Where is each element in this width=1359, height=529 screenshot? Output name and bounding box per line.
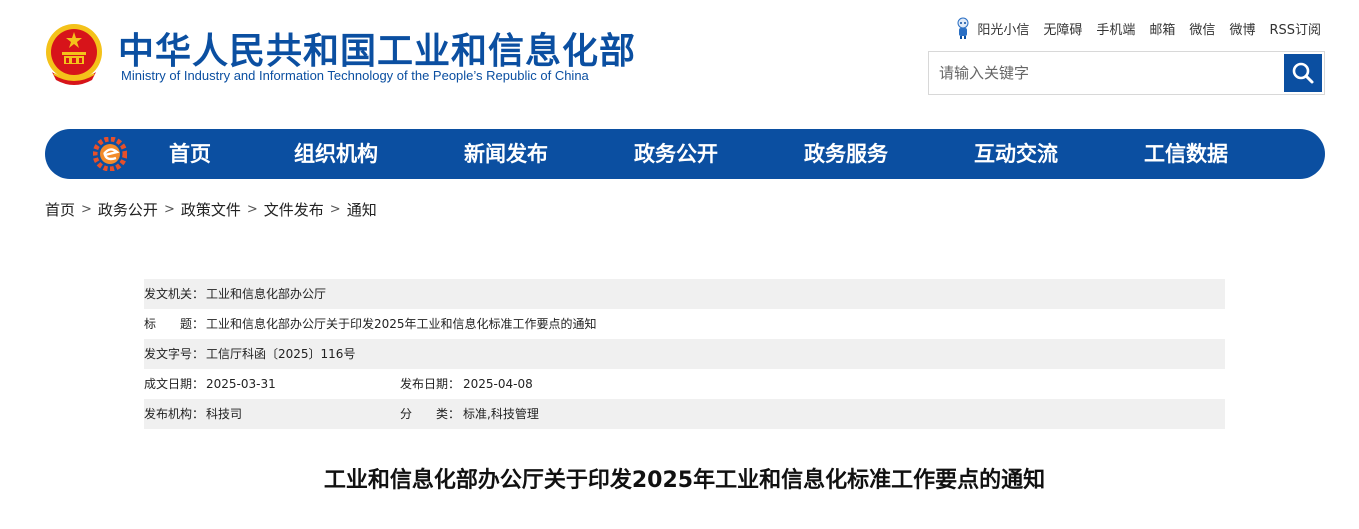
- info-row-dates: 成文日期： 2025-03-31 发布日期： 2025-04-08: [144, 369, 1225, 399]
- breadcrumb-notice[interactable]: 通知: [347, 199, 377, 220]
- written-date-label: 成文日期：: [144, 377, 205, 391]
- title-label: 标 题：: [144, 317, 205, 331]
- toplink-sunshine[interactable]: 阳光小信: [977, 19, 1029, 38]
- info-row-org: 发布机构： 科技司 分 类： 标准,科技管理: [144, 399, 1225, 429]
- category-label: 分 类：: [400, 407, 461, 421]
- breadcrumb: 首页 > 政务公开 > 政策文件 > 文件发布 > 通知: [45, 199, 377, 220]
- toplink-rss[interactable]: RSS订阅: [1269, 19, 1321, 38]
- search-button[interactable]: [1284, 54, 1322, 92]
- breadcrumb-document-release[interactable]: 文件发布: [264, 199, 324, 220]
- nav-government-services[interactable]: 政务服务: [804, 129, 888, 179]
- docno-value: 工信厅科函〔2025〕116号: [206, 347, 356, 361]
- document-info-table: 发文机关： 工业和信息化部办公厅 标 题： 工业和信息化部办公厅关于印发2025…: [144, 279, 1225, 429]
- info-row-issuer: 发文机关： 工业和信息化部办公厅: [144, 279, 1225, 309]
- nav-home[interactable]: 首页: [169, 129, 211, 179]
- toplink-accessibility[interactable]: 无障碍: [1043, 19, 1082, 38]
- search-input[interactable]: [929, 52, 1284, 94]
- info-row-title: 标 题： 工业和信息化部办公厅关于印发2025年工业和信息化标准工作要点的通知: [144, 309, 1225, 339]
- top-links-bar: 阳光小信 无障碍 手机端 邮箱 微信 微博 RSS订阅: [955, 17, 1321, 39]
- nav-data[interactable]: 工信数据: [1144, 129, 1228, 179]
- toplink-mail[interactable]: 邮箱: [1149, 19, 1175, 38]
- org-value: 科技司: [206, 407, 243, 421]
- toplink-wechat[interactable]: 微信: [1189, 19, 1215, 38]
- robot-mascot-icon: [957, 17, 969, 39]
- category-value: 标准,科技管理: [463, 407, 539, 421]
- breadcrumb-separator: >: [81, 202, 92, 217]
- search-box: [928, 51, 1325, 95]
- breadcrumb-separator: >: [163, 202, 175, 217]
- nav-organization[interactable]: 组织机构: [294, 129, 378, 179]
- issuer-value: 工业和信息化部办公厅: [206, 287, 327, 301]
- nav-news[interactable]: 新闻发布: [464, 129, 548, 179]
- toplink-mobile[interactable]: 手机端: [1096, 19, 1135, 38]
- search-icon: [1292, 62, 1314, 84]
- breadcrumb-policy-documents[interactable]: 政策文件: [181, 199, 241, 220]
- org-label: 发布机构：: [144, 407, 205, 421]
- breadcrumb-home[interactable]: 首页: [45, 199, 75, 220]
- site-title[interactable]: 中华人民共和国工业和信息化部: [118, 22, 636, 74]
- breadcrumb-government-affairs[interactable]: 政务公开: [98, 199, 158, 220]
- article-title: 工业和信息化部办公厅关于印发2025年工业和信息化标准工作要点的通知: [323, 468, 1046, 493]
- main-nav: 首页 组织机构 新闻发布 政务公开 政务服务 互动交流 工信数据: [45, 129, 1325, 179]
- toplink-weibo[interactable]: 微博: [1229, 19, 1255, 38]
- written-date-value: 2025-03-31: [206, 377, 276, 391]
- title-value: 工业和信息化部办公厅关于印发2025年工业和信息化标准工作要点的通知: [206, 317, 597, 331]
- site-subtitle: Ministry of Industry and Information Tec…: [121, 68, 589, 83]
- national-emblem-logo[interactable]: [44, 22, 104, 86]
- published-date-value: 2025-04-08: [463, 377, 533, 391]
- issuer-label: 发文机关：: [144, 287, 205, 301]
- nav-logo-icon: [93, 137, 127, 171]
- docno-label: 发文字号：: [144, 347, 205, 361]
- nav-government-affairs[interactable]: 政务公开: [634, 129, 718, 179]
- info-row-docno: 发文字号： 工信厅科函〔2025〕116号: [144, 339, 1225, 369]
- nav-interaction[interactable]: 互动交流: [974, 129, 1058, 179]
- breadcrumb-separator: >: [329, 202, 341, 217]
- published-date-label: 发布日期：: [400, 377, 461, 391]
- breadcrumb-separator: >: [246, 202, 258, 217]
